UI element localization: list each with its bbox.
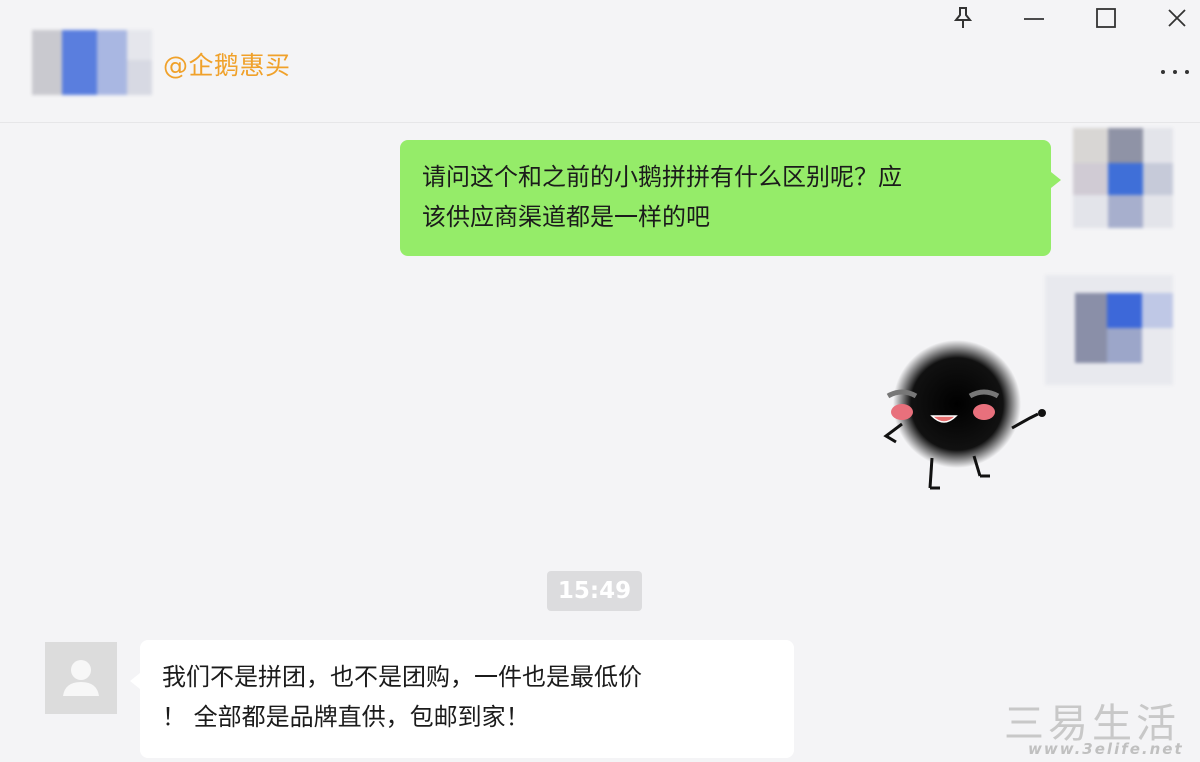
message-bubble-other[interactable]: 我们不是拼团，也不是团购，一件也是最低价 ！ 全部都是品牌直供，包邮到家！: [130, 640, 794, 758]
pin-icon[interactable]: [949, 4, 977, 32]
maximize-icon[interactable]: [1092, 4, 1120, 32]
contact-name[interactable]: @企鹅惠买: [163, 46, 291, 82]
fuzzball-sticker[interactable]: [862, 336, 1052, 496]
self-avatar[interactable]: [1073, 128, 1173, 228]
more-icon[interactable]: [1158, 58, 1192, 86]
other-avatar[interactable]: [45, 642, 117, 714]
watermark-url: www.3elife.net: [1028, 740, 1184, 758]
timestamp: 15:49: [547, 571, 642, 611]
message-line: ！ 全部都是品牌直供，包邮到家！: [162, 703, 530, 731]
message-bubble-self[interactable]: 请问这个和之前的小鹅拼拼有什么区别呢？应 该供应商渠道都是一样的吧: [400, 140, 1061, 256]
message-line: 该供应商渠道都是一样的吧: [422, 203, 710, 231]
message-line: 请问这个和之前的小鹅拼拼有什么区别呢？应: [422, 163, 902, 191]
contact-avatar[interactable]: [32, 30, 152, 95]
self-avatar[interactable]: [1045, 275, 1173, 385]
minimize-icon[interactable]: [1020, 4, 1048, 32]
watermark: 三易生活 www.3elife.net: [1000, 695, 1200, 762]
message-line: 我们不是拼团，也不是团购，一件也是最低价: [162, 663, 642, 691]
close-icon[interactable]: [1163, 4, 1191, 32]
